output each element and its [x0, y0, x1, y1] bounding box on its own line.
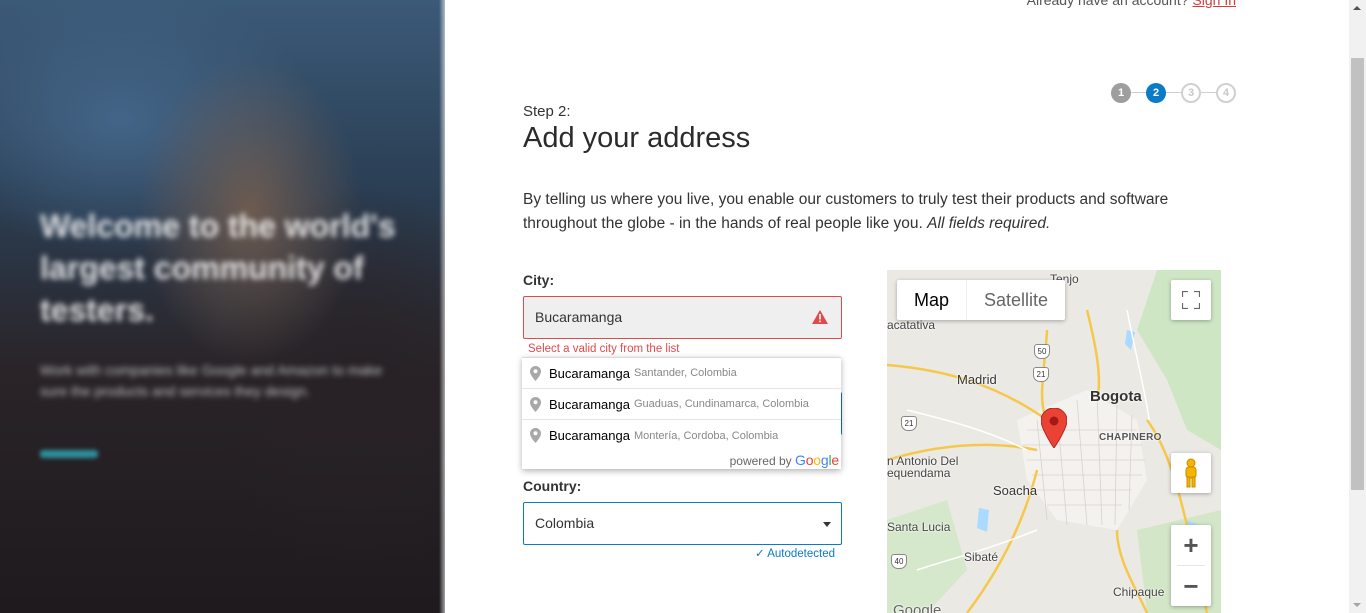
route-shield: 21 — [901, 416, 917, 431]
map-label-sibate: Sibaté — [964, 550, 999, 564]
stepper-connector — [1201, 92, 1216, 93]
warning-icon — [812, 310, 828, 324]
map-marker-icon[interactable] — [1041, 408, 1067, 448]
progress-stepper: 1 2 3 4 — [1111, 83, 1236, 103]
zoom-control: + − — [1171, 525, 1211, 606]
zoom-out-button[interactable]: − — [1171, 566, 1211, 606]
fullscreen-button[interactable] — [1171, 280, 1211, 320]
map-label-chipaque: Chipaque — [1113, 585, 1165, 599]
minus-icon: − — [1183, 570, 1199, 601]
chevron-down-icon — [823, 522, 831, 527]
suggestion-secondary: Santander, Colombia — [633, 367, 737, 379]
location-pin-icon — [530, 428, 541, 443]
city-input[interactable]: Bucaramanga — [523, 296, 842, 339]
street-view-pegman[interactable] — [1171, 453, 1211, 493]
step-label: Step 2: — [523, 103, 571, 120]
map-label-soacha: Soacha — [993, 483, 1038, 498]
page-title: Add your address — [523, 122, 751, 154]
route-shield: 50 — [1034, 344, 1050, 359]
suggestion-item[interactable]: Bucaramanga Guaduas, Cundinamarca, Colom… — [522, 389, 841, 420]
country-select-value: Colombia — [535, 515, 595, 531]
city-label: City: — [523, 272, 555, 288]
plus-icon: + — [1183, 529, 1199, 560]
autodetected-text: Autodetected — [767, 548, 835, 560]
location-pin-icon — [530, 365, 541, 381]
suggestion-secondary: Montería, Cordoba, Colombia — [633, 429, 779, 442]
stepper-connector — [1131, 92, 1146, 93]
suggestion-main: Bucaramanga — [549, 396, 630, 412]
map-view[interactable]: Bogota CHAPINERO Madrid Soacha acatativa… — [887, 270, 1221, 613]
scroll-up-arrow-icon[interactable] — [1353, 6, 1361, 10]
map-label-santa-lucia: Santa Lucia — [887, 520, 951, 534]
stepper-connector — [1166, 92, 1181, 93]
intro-text: By telling us where you live, you enable… — [523, 188, 1223, 236]
scroll-thumb[interactable] — [1351, 58, 1364, 490]
map-label-bogota: Bogota — [1090, 388, 1142, 405]
suggestion-item[interactable]: Bucaramanga Santander, Colombia — [522, 358, 841, 389]
powered-by-google: powered by Google — [522, 451, 841, 469]
hero-subtitle: Work with companies like Google and Amaz… — [40, 362, 383, 399]
fullscreen-icon — [1182, 291, 1200, 309]
checkmark-icon: ✓ — [755, 548, 765, 560]
suggestion-main: Bucaramanga — [549, 428, 630, 443]
signin-prompt-text: Already have an account? — [1026, 0, 1189, 8]
map-google-watermark: Google — [893, 602, 942, 613]
hero-link[interactable] — [40, 450, 98, 458]
google-logo: Google — [795, 452, 839, 468]
city-error-message: Select a valid city from the list — [528, 343, 680, 355]
page-scrollbar[interactable] — [1349, 0, 1366, 613]
powered-by-text: powered by — [729, 454, 792, 468]
intro-required-note: All fields required. — [927, 215, 1051, 232]
step-4: 4 — [1216, 83, 1236, 103]
hero-image: Welcome to the world's largest community… — [0, 0, 445, 613]
suggestion-main: Bucaramanga — [549, 365, 630, 381]
location-pin-icon — [530, 396, 541, 412]
map-label-chapinero: CHAPINERO — [1099, 432, 1162, 443]
signin-prompt: Already have an account? Sign In — [1027, 0, 1236, 8]
step-3: 3 — [1181, 83, 1201, 103]
map-type-map[interactable]: Map — [897, 280, 966, 320]
suggestion-item[interactable]: Bucaramanga Montería, Cordoba, Colombia — [522, 420, 841, 451]
city-input-value: Bucaramanga — [535, 309, 623, 325]
country-label: Country: — [523, 478, 582, 494]
step-1: 1 — [1111, 83, 1131, 103]
suggestion-secondary: Guaduas, Cundinamarca, Colombia — [633, 398, 809, 410]
route-shield: 21 — [1033, 367, 1049, 382]
intro-body: By telling us where you live, you enable… — [523, 191, 1169, 232]
pegman-icon — [1185, 458, 1197, 488]
map-type-satellite[interactable]: Satellite — [966, 280, 1065, 320]
autodetected-note: ✓ Autodetected — [755, 546, 835, 560]
map-label-facatativa: acatativa — [887, 318, 936, 332]
hero-title: Welcome to the world's largest community… — [40, 208, 396, 328]
step-2: 2 — [1146, 83, 1166, 103]
city-autocomplete-dropdown: Bucaramanga Santander, Colombia Bucarama… — [522, 357, 841, 469]
route-shield: 40 — [891, 554, 907, 569]
country-select[interactable]: Colombia — [523, 502, 842, 545]
map-type-control: Map Satellite — [897, 280, 1066, 320]
signin-link[interactable]: Sign In — [1192, 0, 1236, 8]
map-label-tequendama: equendama — [887, 466, 951, 480]
zoom-in-button[interactable]: + — [1171, 525, 1211, 565]
map-label-madrid: Madrid — [957, 372, 997, 387]
scroll-down-arrow-icon[interactable] — [1353, 603, 1361, 607]
